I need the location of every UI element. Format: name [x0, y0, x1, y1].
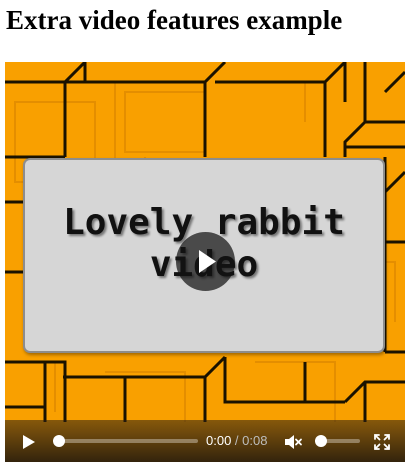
seek-handle[interactable]	[53, 435, 65, 447]
page-title: Extra video features example	[6, 5, 343, 35]
volume-slider[interactable]	[315, 435, 360, 447]
mute-button[interactable]	[283, 432, 303, 452]
seek-bar[interactable]	[57, 439, 198, 443]
play-icon	[199, 250, 216, 273]
current-time: 0:00	[206, 433, 232, 448]
fullscreen-icon	[374, 434, 390, 450]
video-player[interactable]: Lovely rabbit video 0:00 / 0:08	[5, 62, 405, 462]
play-button[interactable]	[19, 432, 39, 452]
fullscreen-button[interactable]	[372, 432, 392, 452]
time-separator: /	[231, 433, 243, 448]
play-icon	[23, 435, 35, 449]
big-play-button[interactable]	[176, 232, 235, 291]
volume-handle[interactable]	[315, 435, 327, 447]
video-controls: 0:00 / 0:08	[5, 420, 405, 462]
time-display: 0:00 / 0:08	[206, 432, 267, 450]
speaker-muted-icon	[285, 435, 302, 449]
duration: 0:08	[242, 433, 268, 448]
